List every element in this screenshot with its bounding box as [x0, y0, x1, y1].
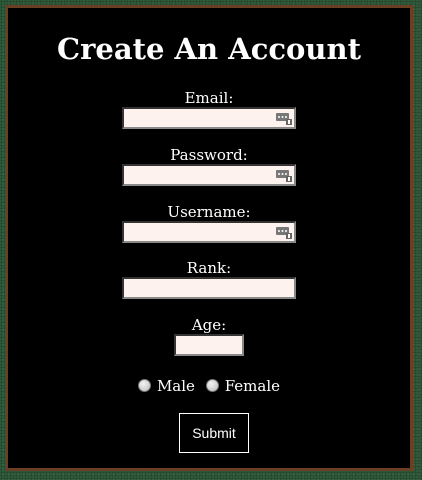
page-title: Create An Account	[57, 32, 361, 66]
email-label: Email:	[184, 89, 234, 107]
password-manager-key-icon[interactable]	[276, 225, 292, 239]
rank-field-group: Rank:	[8, 260, 410, 299]
gender-radio-group: Male Female	[8, 377, 410, 395]
password-box	[122, 164, 296, 186]
username-box	[122, 221, 296, 243]
female-radio[interactable]	[205, 379, 219, 392]
email-input[interactable]	[124, 111, 294, 129]
age-field-group: Age:	[8, 317, 410, 356]
gender-option-male[interactable]: Male	[137, 377, 195, 395]
rank-box	[122, 277, 296, 299]
password-manager-key-icon[interactable]	[276, 168, 292, 182]
submit-button[interactable]: Submit	[179, 413, 249, 453]
password-field-group: Password:	[8, 147, 410, 186]
rank-input[interactable]	[124, 281, 294, 299]
create-account-panel: Create An Account Email: Password: Usern…	[5, 5, 413, 471]
rank-label: Rank:	[186, 259, 232, 277]
password-input[interactable]	[124, 168, 294, 186]
age-label: Age:	[191, 316, 227, 334]
username-field-group: Username:	[8, 204, 410, 243]
female-label: Female	[224, 377, 281, 395]
username-input[interactable]	[124, 225, 294, 243]
gender-option-female[interactable]: Female	[205, 377, 281, 395]
password-manager-key-icon[interactable]	[276, 111, 292, 125]
male-radio[interactable]	[137, 379, 151, 392]
username-label: Username:	[167, 203, 251, 221]
email-box	[122, 107, 296, 129]
email-field-group: Email:	[8, 90, 410, 129]
male-label: Male	[156, 377, 195, 395]
age-input[interactable]	[176, 338, 242, 356]
age-box	[174, 334, 244, 356]
password-label: Password:	[170, 146, 248, 164]
